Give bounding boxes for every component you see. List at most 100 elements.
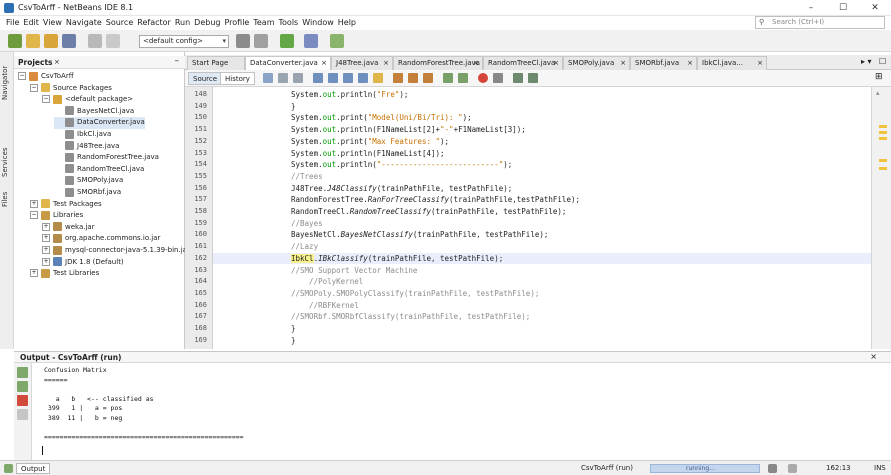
tree-item[interactable]: − <default package> <box>42 94 133 106</box>
menu-navigate[interactable]: Navigate <box>66 16 102 30</box>
close-tab-icon[interactable]: × <box>687 57 693 70</box>
progress-bar[interactable]: running... <box>650 464 760 473</box>
editor-tab[interactable]: J48Tree.java × <box>331 56 393 70</box>
toggle-bookmark-icon[interactable] <box>393 73 403 83</box>
collapse-icon[interactable]: − <box>18 72 26 80</box>
tab-scroll-icon[interactable]: ▸ ▾ <box>861 57 872 66</box>
tree-item[interactable]: + Test Libraries <box>30 268 99 280</box>
next-bookmark-icon[interactable] <box>423 73 433 83</box>
menu-edit[interactable]: Edit <box>23 16 39 30</box>
expand-icon[interactable]: + <box>42 246 50 254</box>
back-icon[interactable] <box>278 73 288 83</box>
source-view-button[interactable]: Source <box>188 72 223 85</box>
tree-item[interactable]: BayesNetCl.java <box>54 106 134 118</box>
tree-item[interactable]: RandomTreeCl.java <box>54 164 144 176</box>
menu-refactor[interactable]: Refactor <box>137 16 171 30</box>
menu-run[interactable]: Run <box>175 16 190 30</box>
tree-item[interactable]: SMOPoly.java <box>54 175 123 187</box>
collapse-icon[interactable]: − <box>42 95 50 104</box>
stop-icon[interactable] <box>17 395 28 406</box>
redo-icon[interactable] <box>106 34 120 48</box>
collapse-icon[interactable]: − <box>30 83 38 92</box>
tree-item[interactable]: DataConverter.java <box>54 117 145 129</box>
files-side-tab[interactable]: Files <box>1 188 13 210</box>
projects-minimize-icon[interactable]: – <box>175 56 180 66</box>
expand-icon[interactable]: + <box>42 234 50 243</box>
menu-debug[interactable]: Debug <box>194 16 220 30</box>
scroll-up-icon[interactable]: ▴ <box>876 89 880 97</box>
find-previous-icon[interactable] <box>328 73 338 83</box>
run-icon[interactable] <box>280 34 294 48</box>
menu-help[interactable]: Help <box>338 16 356 30</box>
tree-item[interactable]: − Libraries <box>30 210 83 222</box>
editor-tab[interactable]: DataConverter.java × <box>245 56 331 70</box>
editor-tab[interactable]: SMOPoly.java × <box>563 56 630 70</box>
menu-team[interactable]: Team <box>253 16 274 30</box>
output-window-tab[interactable]: Output <box>16 463 51 474</box>
expand-icon[interactable]: + <box>30 269 38 278</box>
rerun-icon[interactable] <box>17 367 28 378</box>
tree-item[interactable]: SMORbf.java <box>54 187 121 199</box>
menu-view[interactable]: View <box>43 16 62 30</box>
menu-window[interactable]: Window <box>302 16 334 30</box>
profile-icon[interactable] <box>330 34 344 48</box>
code-editor[interactable]: System.out.println("Fre");} System.out.pr… <box>213 87 871 349</box>
expand-icon[interactable]: + <box>42 222 50 231</box>
editor-tab[interactable]: SMORbf.java × <box>630 56 697 70</box>
shift-right-icon[interactable] <box>458 73 468 83</box>
close-tab-icon[interactable]: × <box>321 57 327 70</box>
start-macro-icon[interactable] <box>478 73 488 83</box>
clean-build-icon[interactable] <box>254 34 268 48</box>
tree-item[interactable]: + JDK 1.8 (Default) <box>42 257 124 269</box>
close-window-button[interactable]: ✕ <box>860 0 890 16</box>
find-selection-icon[interactable] <box>358 73 368 83</box>
tree-item[interactable]: − Source Packages <box>30 83 112 95</box>
tree-item[interactable]: − CsvToArff <box>18 71 74 83</box>
config-select[interactable]: <default config> ▾ <box>139 35 229 48</box>
shift-left-icon[interactable] <box>443 73 453 83</box>
services-side-tab[interactable]: Services <box>1 142 13 182</box>
tree-item[interactable]: + mysql-connector-java-5.1.39-bin.jar <box>42 245 190 257</box>
menu-file[interactable]: File <box>6 16 19 30</box>
find-icon[interactable] <box>313 73 323 83</box>
build-icon[interactable] <box>236 34 250 48</box>
close-tab-icon[interactable]: × <box>473 57 479 70</box>
debug-icon[interactable] <box>304 34 318 48</box>
forward-icon[interactable] <box>293 73 303 83</box>
search-box[interactable]: ⚲ Search (Ctrl+I) <box>755 16 885 29</box>
undo-icon[interactable] <box>88 34 102 48</box>
tree-item[interactable]: + weka.jar <box>42 222 95 234</box>
collapse-icon[interactable]: − <box>30 211 38 220</box>
save-all-icon[interactable] <box>62 34 76 48</box>
editor-error-stripe[interactable]: ▴ <box>871 87 891 349</box>
expand-icon[interactable]: + <box>30 199 38 208</box>
last-edit-icon[interactable] <box>263 73 273 83</box>
close-tab-icon[interactable]: × <box>383 57 389 70</box>
editor-tab[interactable]: RandomForestTree.java × <box>393 56 483 70</box>
find-next-icon[interactable] <box>343 73 353 83</box>
comment-icon[interactable] <box>513 73 523 83</box>
menu-tools[interactable]: Tools <box>279 16 299 30</box>
output-console[interactable]: Confusion Matrix ====== a b <-- classifie… <box>32 363 891 460</box>
editor-tab[interactable]: Start Page <box>187 56 245 70</box>
history-view-button[interactable]: History <box>220 72 255 85</box>
output-close-icon[interactable]: × <box>870 352 877 361</box>
cancel-process-icon[interactable] <box>768 464 777 473</box>
menu-source[interactable]: Source <box>106 16 133 30</box>
notifications-icon[interactable] <box>788 464 797 473</box>
close-tab-icon[interactable]: × <box>757 57 763 70</box>
tree-item[interactable]: RandomForestTree.java <box>54 152 159 164</box>
navigator-side-tab[interactable]: Navigator <box>1 58 13 108</box>
restore-window-icon[interactable]: ☐ <box>879 57 886 66</box>
uncomment-icon[interactable] <box>528 73 538 83</box>
toggle-highlight-icon[interactable] <box>373 73 383 83</box>
new-project-icon[interactable] <box>26 34 40 48</box>
rerun-with-params-icon[interactable] <box>17 381 28 392</box>
editor-tab[interactable]: IbkCl.java... × <box>697 56 767 70</box>
stop-macro-icon[interactable] <box>493 73 503 83</box>
projects-close-icon[interactable]: × <box>54 58 60 66</box>
tree-item[interactable]: + org.apache.commons.io.jar <box>42 233 160 245</box>
new-file-icon[interactable] <box>8 34 22 48</box>
editor-tab[interactable]: RandomTreeCl.java × <box>483 56 563 70</box>
close-tab-icon[interactable]: × <box>553 57 559 70</box>
